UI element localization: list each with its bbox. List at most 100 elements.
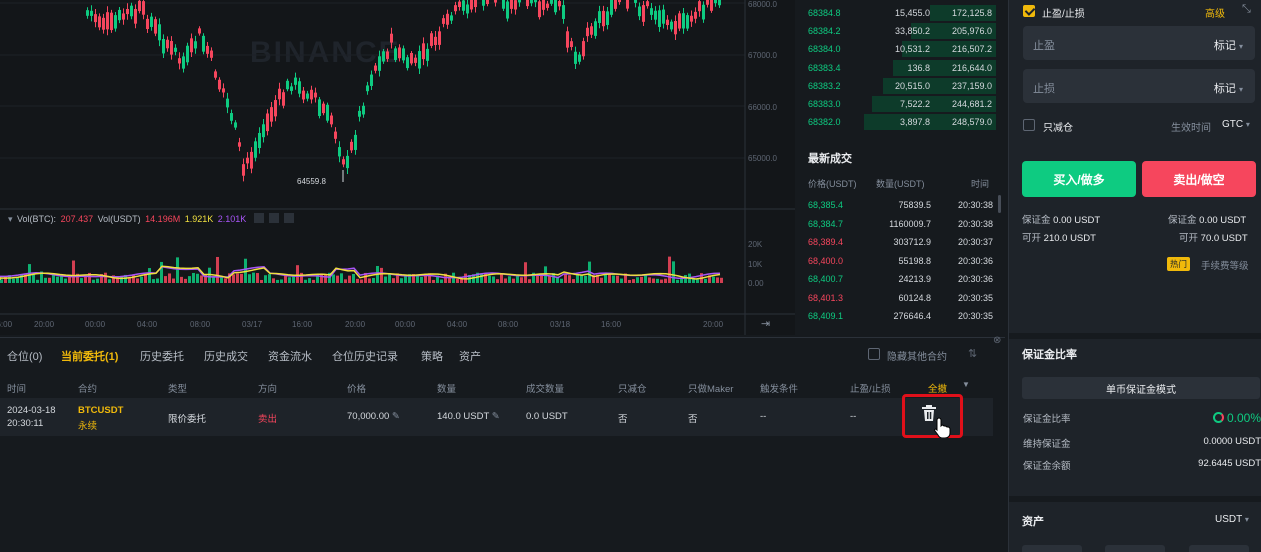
- order-book: 68384.8 15,455.0 172,125.8 68384.2 33,850.2 2…: [800, 0, 1005, 335]
- buy-long-button[interactable]: 买入/做多: [1022, 161, 1136, 197]
- orderbook-row[interactable]: 68383.0 7,522.2 244,681.2: [808, 95, 996, 113]
- orderbook-amount: 136.8: [907, 62, 930, 73]
- trade-time: 20:30:37: [957, 237, 993, 247]
- take-profit-trigger-select[interactable]: 标记 ▾: [1214, 37, 1243, 53]
- close-icon[interactable]: [283, 213, 294, 223]
- orderbook-row[interactable]: 68383.4 136.8 216,644.0: [808, 59, 996, 77]
- order-trigger: --: [760, 411, 767, 422]
- settings-icon[interactable]: ⇅: [968, 347, 977, 360]
- eye-icon[interactable]: [253, 213, 264, 223]
- sell-margin: 保证金 0.00 USDT: [1168, 215, 1247, 226]
- trade-price: 68,400.0: [808, 255, 844, 266]
- trade-time: 20:30:38: [957, 200, 993, 210]
- vol-axis-label: 20K: [748, 240, 763, 249]
- cancel-all-button[interactable]: 全撤: [928, 381, 947, 395]
- orderbook-row[interactable]: 68383.2 20,515.0 237,159.0: [808, 77, 996, 95]
- assets-button[interactable]: [1022, 545, 1082, 552]
- take-profit-placeholder: 止盈: [1033, 40, 1055, 52]
- y-axis-label: 65000.0: [748, 154, 777, 163]
- tif-select[interactable]: GTC ▾: [1222, 119, 1250, 130]
- orderbook-price: 68384.2: [808, 26, 841, 37]
- trade-price: 68,400.7: [808, 274, 844, 284]
- reduce-only-checkbox[interactable]: [1023, 119, 1035, 131]
- orderbook-total: 248,579.0: [951, 117, 992, 128]
- time-axis-label: 03/17: [242, 320, 263, 329]
- time-axis-label: 08:00: [498, 320, 519, 329]
- order-maker-only: 否: [688, 414, 698, 425]
- scroll-right-icon[interactable]: ⇥: [761, 317, 770, 330]
- price-chart[interactable]: BINANCE 68000.0 67000.0 66000.0 65000.0 …: [0, 0, 795, 335]
- take-profit-field[interactable]: 止盈 标记 ▾: [1023, 26, 1255, 60]
- vol-ma-value: 1.921K: [184, 214, 214, 224]
- assets-button[interactable]: [1105, 545, 1165, 552]
- order-side: 卖出: [258, 414, 278, 425]
- tab-3[interactable]: 历史成交: [204, 348, 248, 364]
- stop-loss-field[interactable]: 止损 标记 ▾: [1023, 69, 1255, 103]
- chevron-down-icon[interactable]: ▼: [962, 380, 970, 389]
- time-axis-label: 08:00: [190, 320, 211, 329]
- time-axis-label: 20:00: [345, 320, 366, 329]
- sell-short-button[interactable]: 卖出/做空: [1142, 161, 1256, 197]
- chevron-down-icon: ▾: [1238, 42, 1243, 51]
- tab-1[interactable]: 当前委托(1): [61, 348, 118, 364]
- tab-2[interactable]: 历史委托: [140, 348, 184, 364]
- collapse-icon[interactable]: ▾: [8, 214, 13, 224]
- advanced-link[interactable]: 高级: [1205, 5, 1225, 20]
- order-type: 限价委托: [168, 414, 207, 425]
- orders-section: 仓位(0) 当前委托(1) 历史委托 历史成交 资金流水 仓位历史记录 策略 资产 隐藏其他合…: [0, 335, 1005, 552]
- time-axis-label: 20:00: [34, 320, 55, 329]
- scrollbar[interactable]: [998, 195, 1001, 213]
- tab-7[interactable]: 资产: [459, 348, 481, 364]
- trade-row: 68,389.4 303712.9 20:30:37: [808, 237, 993, 255]
- time-axis-label: 03/18: [550, 320, 571, 329]
- fee-tier-link[interactable]: 手续费等级: [1201, 258, 1249, 272]
- orderbook-row[interactable]: 68384.2 33,850.2 205,976.0: [808, 22, 996, 40]
- close-panel-icon[interactable]: ⊗: [993, 335, 1001, 346]
- orderbook-price: 68383.2: [808, 80, 841, 91]
- orderbook-amount: 20,515.0: [894, 80, 930, 91]
- column-header: 合约: [78, 384, 98, 395]
- assets-button[interactable]: [1189, 545, 1249, 552]
- tab-0[interactable]: 仓位(0): [7, 348, 42, 364]
- tab-6[interactable]: 策略: [421, 348, 443, 364]
- time-axis-label: 04:00: [447, 320, 468, 329]
- hide-other-label: 隐藏其他合约: [887, 352, 947, 363]
- trade-time: 20:30:35: [957, 311, 993, 321]
- edit-icon[interactable]: ✎: [492, 411, 500, 422]
- tab-4[interactable]: 资金流水: [268, 348, 312, 364]
- expand-icon[interactable]: ⤡: [1242, 3, 1251, 16]
- tab-5[interactable]: 仓位历史记录: [332, 348, 398, 364]
- edit-icon[interactable]: ✎: [392, 411, 400, 422]
- time-axis-label: 16:00: [601, 320, 622, 329]
- trade-time: 20:30:38: [957, 218, 993, 229]
- chevron-down-icon: ▾: [1238, 85, 1243, 94]
- trade-price: 68,385.4: [808, 200, 844, 210]
- margin-ratio-title: 保证金比率: [1022, 349, 1077, 361]
- order-date: 2024-03-18: [7, 405, 56, 416]
- orderbook-row[interactable]: 68382.0 3,897.8 248,579.0: [808, 113, 996, 131]
- tpsl-checkbox[interactable]: [1023, 5, 1035, 17]
- order-reduce-only: 否: [618, 414, 628, 425]
- order-filled: 0.0 USDT: [526, 411, 568, 422]
- order-symbol[interactable]: BTCUSDT: [78, 405, 123, 416]
- vol-btc-label: Vol(BTC):: [17, 214, 57, 224]
- settings-icon[interactable]: [268, 213, 279, 223]
- assets-unit-select[interactable]: USDT ▾: [1215, 514, 1249, 525]
- orderbook-row[interactable]: 68384.8 15,455.0 172,125.8: [808, 4, 996, 22]
- trade-price: 68,401.3: [808, 292, 844, 303]
- orderbook-price: 68382.0: [808, 117, 841, 128]
- cursor-hand-icon: [933, 416, 953, 439]
- sell-open: 可开 70.0 USDT: [1179, 233, 1248, 244]
- single-margin-mode-button[interactable]: 单币保证金模式: [1022, 377, 1260, 399]
- margin-ratio-row: 保证金比率 0.00%: [1023, 411, 1261, 425]
- trade-amount: 75839.5: [898, 200, 931, 210]
- low-price-label: 64559.8: [297, 177, 326, 186]
- stop-loss-trigger-select[interactable]: 标记 ▾: [1214, 80, 1243, 96]
- trade-row: 68,384.7 1160009.7 20:30:38: [808, 219, 993, 237]
- hide-other-checkbox[interactable]: [868, 348, 880, 360]
- orderbook-total: 216,644.0: [951, 62, 992, 73]
- column-header: 成交数量: [526, 384, 565, 395]
- table-row: 2024-03-18 20:30:11 BTCUSDT 永续 限价委托 卖出 7…: [0, 398, 993, 436]
- orderbook-row[interactable]: 68384.0 10,531.2 216,507.2: [808, 40, 996, 58]
- trade-time: 20:30:35: [957, 292, 993, 303]
